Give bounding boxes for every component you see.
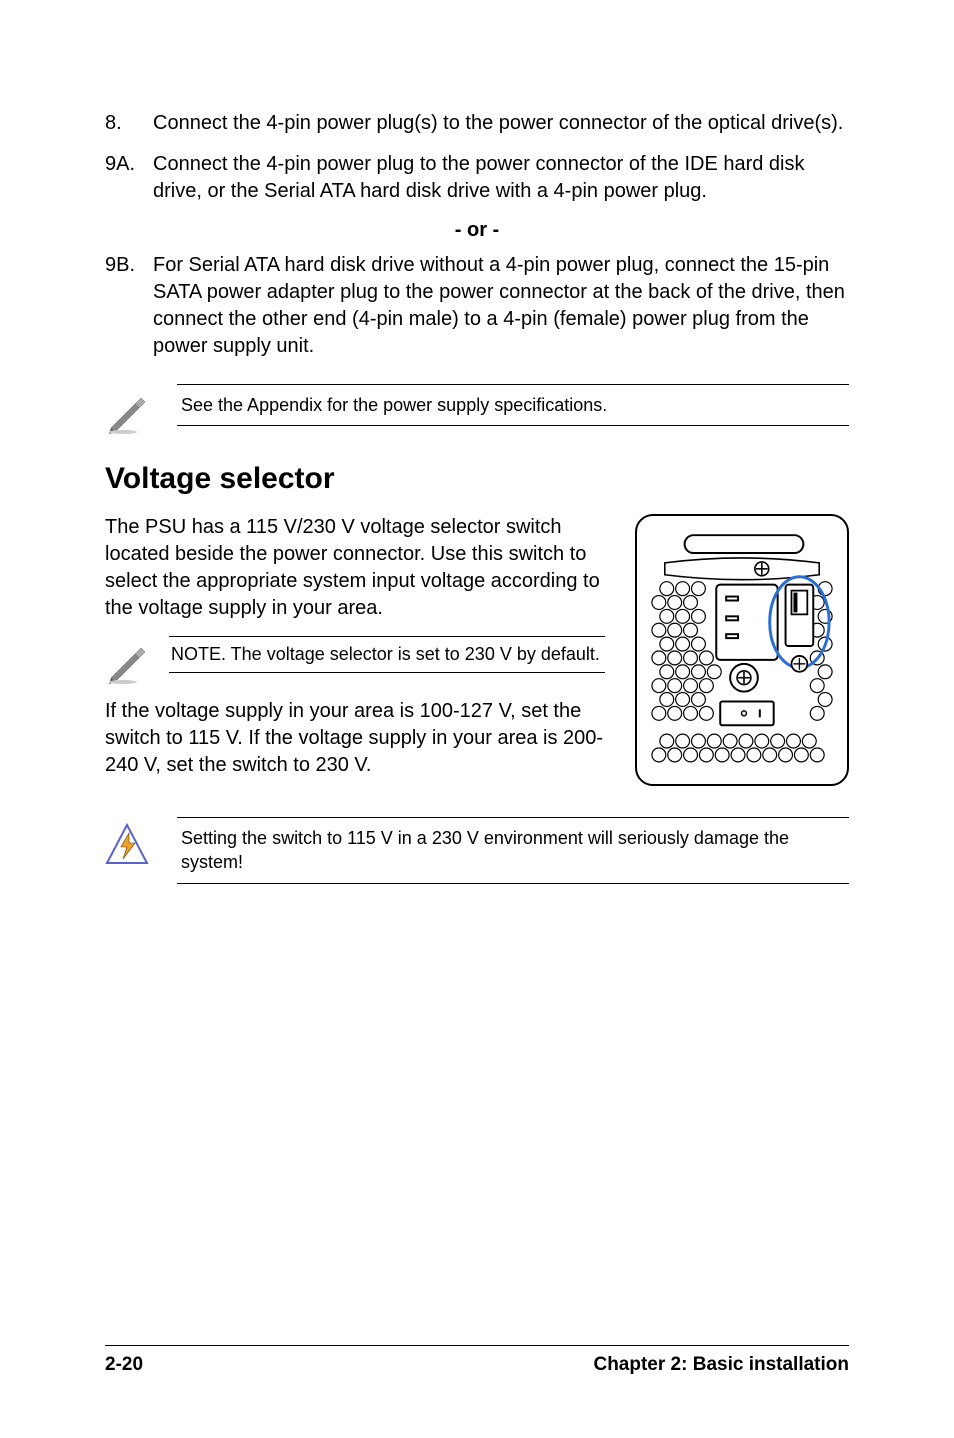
psu-drawing [645,526,839,774]
chapter-label: Chapter 2: Basic installation [593,1354,849,1376]
step-9a: 9A. Connect the 4-pin power plug to the … [105,151,849,205]
warning-text: Setting the switch to 115 V in a 230 V e… [177,817,849,884]
step-9b: 9B. For Serial ATA hard disk drive witho… [105,252,849,360]
warning-callout: Setting the switch to 115 V in a 230 V e… [105,817,849,884]
step-text: Connect the 4-pin power plug(s) to the p… [153,110,849,137]
page-number: 2-20 [105,1354,143,1376]
vs-paragraph-2: If the voltage supply in your area is 10… [105,698,605,779]
pencil-icon [105,390,149,434]
voltage-selector-heading: Voltage selector [105,462,849,496]
voltage-selector-section: The PSU has a 115 V/230 V voltage select… [105,514,849,793]
pencil-icon [105,640,149,684]
note-appendix-callout: See the Appendix for the power supply sp… [105,384,849,434]
or-separator: - or - [105,219,849,242]
page-footer: 2-20 Chapter 2: Basic installation [105,1345,849,1376]
vs-paragraph-1: The PSU has a 115 V/230 V voltage select… [105,514,605,622]
voltage-selector-text-column: The PSU has a 115 V/230 V voltage select… [105,514,605,793]
vs-default-note-text: NOTE. The voltage selector is set to 230… [169,636,605,673]
lightning-warning-icon [105,823,149,867]
step-number: 9B. [105,252,153,360]
step-text: Connect the 4-pin power plug to the powe… [153,151,849,205]
note-appendix-text: See the Appendix for the power supply sp… [177,384,849,426]
vs-default-note-callout: NOTE. The voltage selector is set to 230… [105,636,605,684]
step-8: 8. Connect the 4-pin power plug(s) to th… [105,110,849,137]
step-number: 8. [105,110,153,137]
step-text: For Serial ATA hard disk drive without a… [153,252,849,360]
psu-rear-panel-illustration [635,514,849,786]
step-number: 9A. [105,151,153,205]
